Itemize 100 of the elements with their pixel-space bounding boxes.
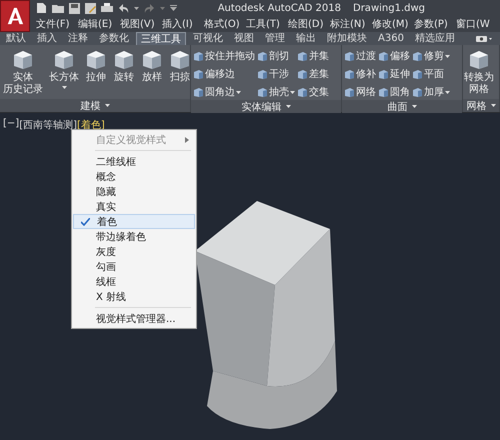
- menu-item[interactable]: 绘图(D): [288, 17, 330, 31]
- block-icon: [297, 86, 308, 98]
- ribbon-tab[interactable]: 视图: [230, 32, 258, 45]
- ribbon-tab[interactable]: 可视化: [189, 32, 227, 45]
- ribbon-tool-button[interactable]: 按住并拖动: [192, 48, 256, 64]
- document-name: Drawing1.dwg: [353, 2, 425, 14]
- ribbon-tab[interactable]: A360: [374, 32, 408, 45]
- menu-item[interactable]: 二维线框: [73, 154, 195, 169]
- block-icon: [412, 50, 423, 62]
- menu-item[interactable]: 格式(O): [204, 17, 246, 31]
- block-icon: [378, 86, 389, 98]
- window-title: Autodesk AutoCAD 2018: [218, 2, 341, 14]
- ribbon-tool-button[interactable]: 平面: [411, 66, 451, 82]
- viewport-control[interactable]: [−]: [3, 118, 20, 132]
- save-as-icon[interactable]: [85, 2, 96, 14]
- new-file-icon[interactable]: [36, 2, 47, 14]
- camera-dropdown-button[interactable]: [476, 34, 492, 42]
- ribbon-tool-button[interactable]: 拉伸: [82, 48, 110, 84]
- cube-icon: [12, 48, 34, 70]
- block-icon: [297, 68, 308, 80]
- ribbon-tool-button[interactable]: 偏移边: [192, 66, 256, 82]
- block-icon: [412, 86, 423, 98]
- ribbon-tool-button[interactable]: 扫掠: [166, 48, 194, 84]
- ribbon-tool-button[interactable]: 长方体: [46, 48, 82, 89]
- undo-icon[interactable]: [118, 4, 129, 12]
- menu-item[interactable]: 工具(T): [246, 17, 288, 31]
- cube-icon: [53, 48, 75, 70]
- ribbon-tool-button[interactable]: 放样: [138, 48, 166, 84]
- panel-title-button[interactable]: 网格: [463, 99, 499, 112]
- block-icon: [257, 50, 268, 62]
- folder-icon[interactable]: [52, 3, 64, 13]
- ribbon-tool-button[interactable]: 偏移: [377, 48, 411, 64]
- block-icon: [344, 50, 355, 62]
- ribbon-tool-button[interactable]: 并集: [296, 48, 330, 64]
- menu-item[interactable]: 插入(I): [162, 17, 204, 31]
- block-icon: [193, 50, 204, 62]
- ribbon-tool-button[interactable]: 差集: [296, 66, 330, 82]
- menu-item[interactable]: 窗口(W: [456, 17, 498, 31]
- caret-icon: [490, 104, 496, 107]
- menu-item[interactable]: 修改(M): [372, 17, 414, 31]
- letter-a-logo-icon: [6, 7, 24, 25]
- menu-item[interactable]: 线框: [73, 274, 195, 289]
- submenu-arrow-icon: [185, 137, 189, 143]
- menu-item[interactable]: X 射线: [73, 289, 195, 304]
- ribbon-tool-button[interactable]: 交集: [296, 84, 330, 100]
- menu-item[interactable]: 隐藏: [73, 184, 195, 199]
- ribbon-tab[interactable]: 默认: [2, 32, 30, 45]
- caret-icon: [412, 105, 416, 108]
- caret-icon: [62, 86, 66, 89]
- block-icon: [193, 68, 204, 80]
- panel-title-button[interactable]: 建模: [0, 99, 190, 112]
- ribbon-tab[interactable]: 参数化: [95, 32, 133, 45]
- menu-item[interactable]: 文件(F): [36, 17, 78, 31]
- panel-title-button[interactable]: 实体编辑: [191, 100, 341, 113]
- ribbon-tool-button[interactable]: 加厚: [411, 84, 451, 100]
- block-icon: [344, 86, 355, 98]
- menu-item[interactable]: 勾画: [73, 259, 195, 274]
- ribbon-tab[interactable]: 输出: [292, 32, 320, 45]
- menu-item[interactable]: 概念: [73, 169, 195, 184]
- app-menu-button[interactable]: [0, 0, 30, 32]
- ribbon-tool-button[interactable]: 网络: [343, 84, 377, 100]
- caret-icon[interactable]: [134, 6, 139, 10]
- cube-icon: [85, 48, 107, 70]
- menu-item[interactable]: 参数(P): [414, 17, 456, 31]
- ribbon-tool-button[interactable]: 修补: [343, 66, 377, 82]
- ribbon-tool-button[interactable]: 旋转: [110, 48, 138, 84]
- ribbon-tool-button[interactable]: 圆角: [377, 84, 411, 100]
- caret-icon: [290, 90, 295, 94]
- ribbon-tab[interactable]: 三维工具: [136, 32, 186, 46]
- block-icon: [378, 68, 389, 80]
- menu-item[interactable]: 着色: [73, 214, 195, 229]
- ribbon-tab[interactable]: 管理: [261, 32, 289, 45]
- ribbon-tab[interactable]: 精选应用: [410, 32, 459, 45]
- ribbon-tool-button[interactable]: 修剪: [411, 48, 451, 64]
- menu-item[interactable]: 视图(V): [120, 17, 162, 31]
- ribbon-tool-button[interactable]: 抽壳: [256, 84, 296, 100]
- ribbon-tab[interactable]: 附加模块: [323, 32, 371, 45]
- menu-item[interactable]: 带边缘着色: [73, 229, 195, 244]
- menu-item[interactable]: 真实: [73, 199, 195, 214]
- ribbon-tab[interactable]: 插入: [33, 32, 61, 45]
- ribbon-tool-button[interactable]: 圆角边: [192, 84, 256, 100]
- caret-icon: [236, 90, 241, 94]
- print-icon[interactable]: [101, 2, 113, 14]
- customize-caret-icon[interactable]: [170, 5, 177, 11]
- ribbon-tool-button[interactable]: 干涉: [256, 66, 296, 82]
- ribbon-tab[interactable]: 注释: [64, 32, 92, 45]
- menu-item[interactable]: 灰度: [73, 244, 195, 259]
- ribbon-tool-button[interactable]: 转换为 网格: [463, 48, 495, 96]
- menu-item[interactable]: 视觉样式管理器...: [73, 311, 195, 326]
- save-icon[interactable]: [69, 2, 80, 14]
- cube-icon: [141, 48, 163, 70]
- block-icon: [193, 86, 204, 98]
- menu-item[interactable]: 标注(N): [330, 17, 372, 31]
- ribbon-tool-button[interactable]: 实体 历史记录: [0, 48, 46, 96]
- ribbon-tool-button[interactable]: 过渡: [343, 48, 377, 64]
- panel-title-button[interactable]: 曲面: [342, 100, 462, 113]
- menu-item[interactable]: 编辑(E): [78, 17, 120, 31]
- block-icon: [378, 50, 389, 62]
- ribbon-tool-button[interactable]: 延伸: [377, 66, 411, 82]
- ribbon-tool-button[interactable]: 剖切: [256, 48, 296, 64]
